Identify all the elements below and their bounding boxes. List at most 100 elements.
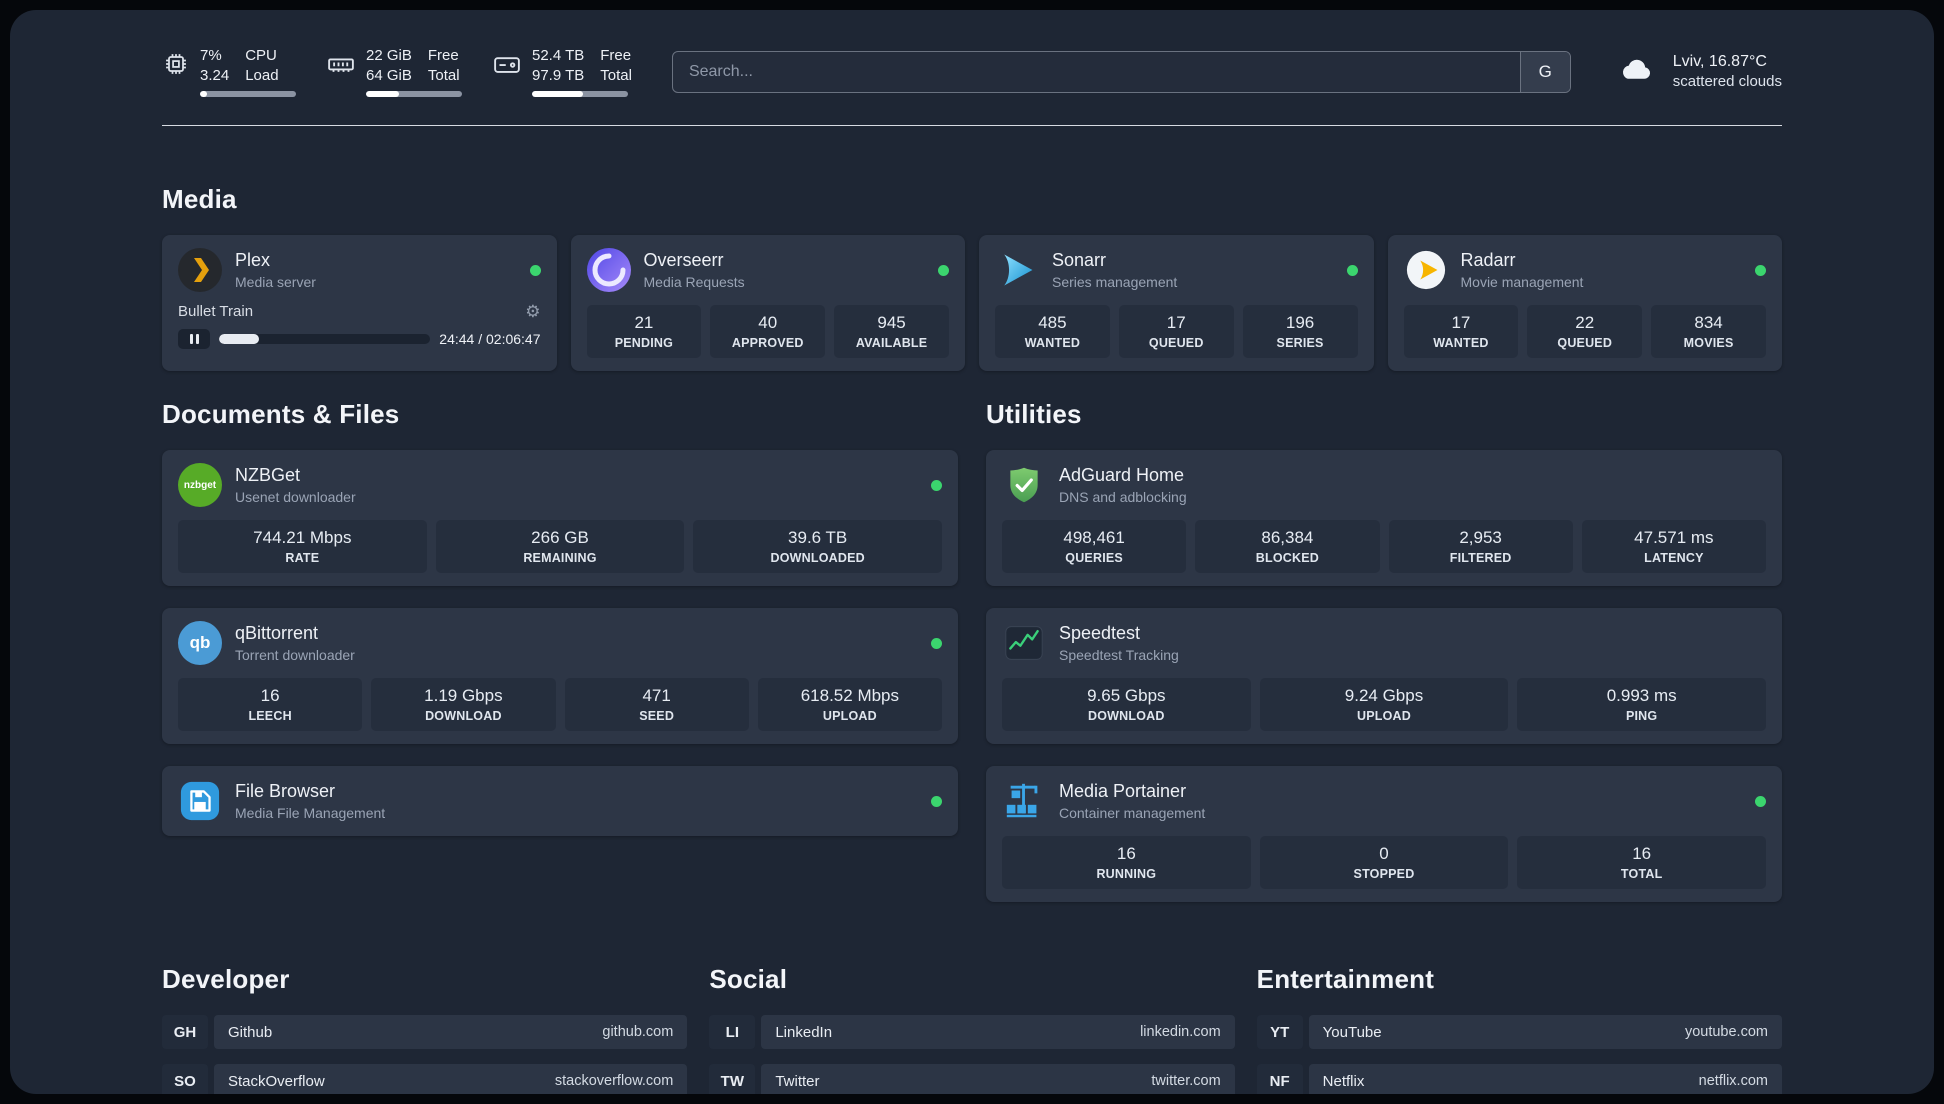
app-card-portainer[interactable]: Media Portainer Container management 16 R… [986,766,1782,902]
nzbget-icon-text: nzbget [183,479,217,491]
cpu-load-value: 3.24 [200,66,230,84]
stat-value: 40 [758,313,778,332]
bookmark-url: github.com [602,1024,674,1040]
app-card-speedtest[interactable]: Speedtest Speedtest Tracking 9.65 Gbps DO… [986,608,1782,744]
ram-total: 64 GiB [366,66,412,84]
bookmarks-entertainment: Entertainment YT YouTube youtube.com NF N… [1256,964,1782,1094]
weather-condition: scattered clouds [1672,73,1782,91]
disk-total: 97.9 TB [532,66,585,84]
stat-tile: 16 LEECH [178,678,363,731]
pause-button[interactable] [178,329,210,349]
app-desc: Usenet downloader [235,488,356,505]
status-dot [931,479,942,491]
stat-label: RATE [285,551,320,565]
stat-label: WANTED [1024,336,1081,350]
stat-tile: 39.6 TB DOWNLOADED [693,520,942,573]
stat-tile: 9.24 Gbps UPLOAD [1259,678,1509,731]
stat-value: 266 GB [531,528,589,547]
stat-value: 47.571 ms [1634,528,1714,547]
bookmark-name: LinkedIn [775,1023,833,1041]
stat-value: 471 [642,686,671,705]
now-playing-title: Bullet Train [178,303,254,320]
ram-label-top: Free [427,47,459,64]
stat-tile: 2,953 FILTERED [1388,520,1573,573]
stat-value: 498,461 [1063,528,1125,547]
stat-value: 2,953 [1459,528,1502,547]
cpu-metric: 7% 3.24 CPU Load [162,46,296,97]
bookmark-twitter[interactable]: TW Twitter twitter.com [709,1064,1235,1094]
app-desc: Series management [1052,273,1178,290]
media-grid: Plex Media server Bullet Train ⚙ 24:44 /… [162,235,1782,371]
app-card-overseerr[interactable]: Overseerr Media Requests 21 PENDING 40 APP… [570,235,965,371]
bookmark-stackoverflow[interactable]: SO StackOverflow stackoverflow.com [162,1064,688,1094]
stat-value: 17 [1451,313,1471,332]
app-desc: Container management [1059,804,1206,821]
app-card-plex[interactable]: Plex Media server Bullet Train ⚙ 24:44 /… [162,235,557,371]
search-input[interactable] [672,51,1520,92]
disk-icon [492,46,522,85]
bookmark-name: Twitter [775,1072,820,1090]
app-name: Sonarr [1052,250,1107,271]
stat-label: QUERIES [1065,551,1123,565]
bookmark-name: YouTube [1322,1023,1382,1041]
stat-tile: 196 SERIES [1242,305,1358,358]
app-name: AdGuard Home [1059,465,1185,486]
stat-tile: 16 RUNNING [1002,836,1251,889]
bookmark-youtube[interactable]: YT YouTube youtube.com [1256,1015,1782,1049]
stat-value: 86,384 [1261,528,1314,547]
app-card-adguard[interactable]: AdGuard Home DNS and adblocking 498,461 Q… [986,450,1782,586]
playback-progress-bar [219,334,431,344]
stat-value: 744.21 Mbps [253,528,352,547]
app-card-sonarr[interactable]: Sonarr Series management 485 WANTED 17 QUE… [979,235,1374,371]
app-desc: Speedtest Tracking [1059,646,1179,663]
stat-label: FILTERED [1449,551,1512,565]
status-dot [931,795,942,807]
stat-tile: 0.993 ms PING [1517,678,1766,731]
stat-label: DOWNLOADED [770,551,865,565]
bookmarks-developer: Developer GH Github github.com SO StackOv… [162,964,688,1094]
dashboard-frame: 7% 3.24 CPU Load 22 GiB 64 GiB Free Tota… [10,10,1934,1094]
stat-label: PING [1625,709,1658,723]
ram-icon [326,46,356,85]
cpu-icon [162,46,190,83]
bookmark-abbr: LI [709,1015,756,1049]
stat-value: 16 [1116,844,1136,863]
bookmark-github[interactable]: GH Github github.com [162,1015,688,1049]
stat-label: LEECH [248,709,292,723]
app-name: Overseerr [643,250,724,271]
ram-metric: 22 GiB 64 GiB Free Total [326,46,462,97]
app-card-radarr[interactable]: Radarr Movie management 17 WANTED 22 QUEUE… [1387,235,1782,371]
stat-value: 196 [1285,313,1315,332]
gear-icon[interactable]: ⚙ [525,303,540,320]
nzbget-icon: nzbget [178,463,222,507]
qbittorrent-icon-text: qb [189,633,211,652]
stat-label: QUEUED [1557,336,1613,350]
stat-label: DOWNLOAD [425,709,502,723]
search-engine-button[interactable]: G [1519,51,1570,92]
app-desc: Torrent downloader [235,646,355,663]
stat-value: 0.993 ms [1606,686,1677,705]
status-dot [1755,264,1766,276]
cpu-label-bottom: Load [245,66,279,84]
bookmark-netflix[interactable]: NF Netflix netflix.com [1256,1064,1782,1094]
bookmark-linkedin[interactable]: LI LinkedIn linkedin.com [709,1015,1235,1049]
stat-label: SERIES [1276,336,1324,350]
app-desc: Media server [235,273,316,290]
bookmark-abbr: NF [1256,1064,1303,1094]
stat-value: 485 [1038,313,1067,332]
stat-label: MOVIES [1683,336,1734,350]
stat-label: REMAINING [523,551,597,565]
stat-tile: 471 SEED [564,678,749,731]
app-card-nzbget[interactable]: nzbget NZBGet Usenet downloader 744.21 M… [162,450,958,586]
stat-tile: 266 GB REMAINING [435,520,685,573]
documents-column: Documents & Files nzbget NZBGet Usenet d… [162,399,958,836]
disk-free: 52.4 TB [532,47,585,64]
cpu-label-top: CPU [245,47,277,64]
stat-value: 17 [1166,313,1186,332]
dashboard-content: 7% 3.24 CPU Load 22 GiB 64 GiB Free Tota… [162,10,1782,1094]
app-card-filebrowser[interactable]: File Browser Media File Management [162,766,958,836]
bookmark-abbr: SO [162,1064,208,1094]
section-title-developer: Developer [162,964,290,994]
app-card-qbittorrent[interactable]: qb qBittorrent Torrent downloader 16 LEEC… [162,608,958,744]
app-name: Plex [235,250,271,271]
